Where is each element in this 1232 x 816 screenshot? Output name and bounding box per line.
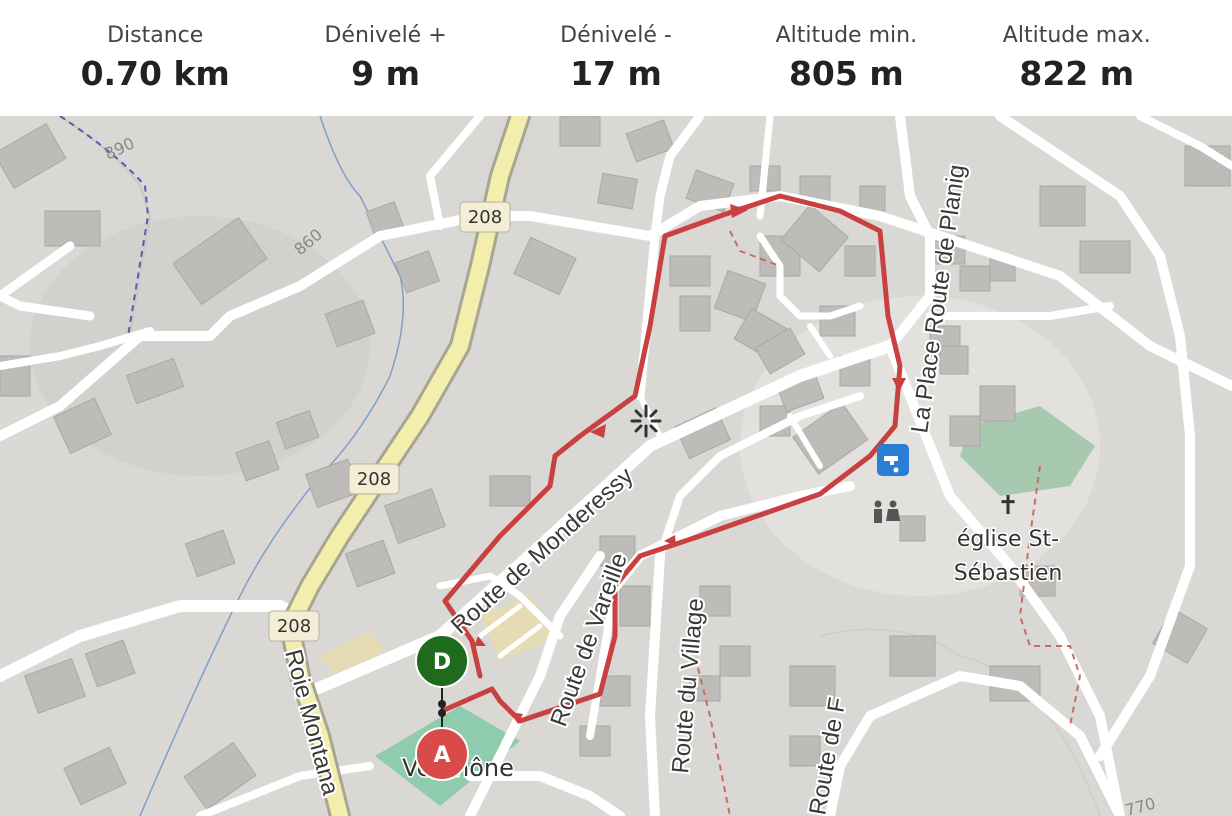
stat-descent: Dénivelé - 17 m [516, 23, 716, 93]
stat-alt-min: Altitude min. 805 m [746, 23, 946, 93]
stat-label: Distance [107, 23, 204, 48]
stat-ascent: Dénivelé + 9 m [286, 23, 486, 93]
road-badge-text: 208 [468, 207, 502, 228]
stat-label: Dénivelé - [560, 23, 672, 48]
water-tap-icon[interactable] [877, 444, 909, 476]
stat-value: 0.70 km [80, 54, 230, 93]
stats-bar: Distance 0.70 km Dénivelé + 9 m Dénivelé… [0, 0, 1232, 116]
stat-value: 805 m [788, 54, 904, 93]
start-marker-label: D [433, 650, 451, 675]
contour-label: 890 [102, 133, 138, 163]
map-canvas[interactable]: 208 208 208 890 860 770 Route de Mondere… [0, 116, 1232, 816]
marker-dot [438, 709, 446, 717]
road-badge: 208 [459, 201, 511, 233]
stat-value: 822 m [1019, 54, 1135, 93]
stat-alt-max: Altitude max. 822 m [977, 23, 1177, 93]
end-marker-label: A [433, 743, 450, 768]
start-marker[interactable]: D [415, 634, 469, 688]
church-label-line1: église St- [957, 527, 1059, 552]
stat-label: Altitude min. [775, 23, 918, 48]
road-badge-text: 208 [357, 469, 391, 490]
end-marker[interactable]: A [415, 727, 469, 781]
marker-dot [438, 700, 446, 708]
church-label-line2: Sébastien [954, 561, 1063, 586]
stat-value: 9 m [351, 54, 420, 93]
viewpoint-icon[interactable] [630, 404, 662, 438]
road-badge: 208 [348, 463, 400, 495]
contour-label: 770 [1123, 794, 1157, 816]
road-badge-text: 208 [277, 616, 311, 637]
map-view[interactable]: 208 208 208 890 860 770 Route de Mondere… [0, 116, 1232, 816]
stat-distance: Distance 0.70 km [55, 23, 255, 93]
stat-value: 17 m [570, 54, 662, 93]
road-badge: 208 [268, 610, 320, 642]
church-cross-icon: ✝ [997, 491, 1019, 521]
stat-label: Dénivelé + [324, 23, 447, 48]
stat-label: Altitude max. [1002, 23, 1151, 48]
